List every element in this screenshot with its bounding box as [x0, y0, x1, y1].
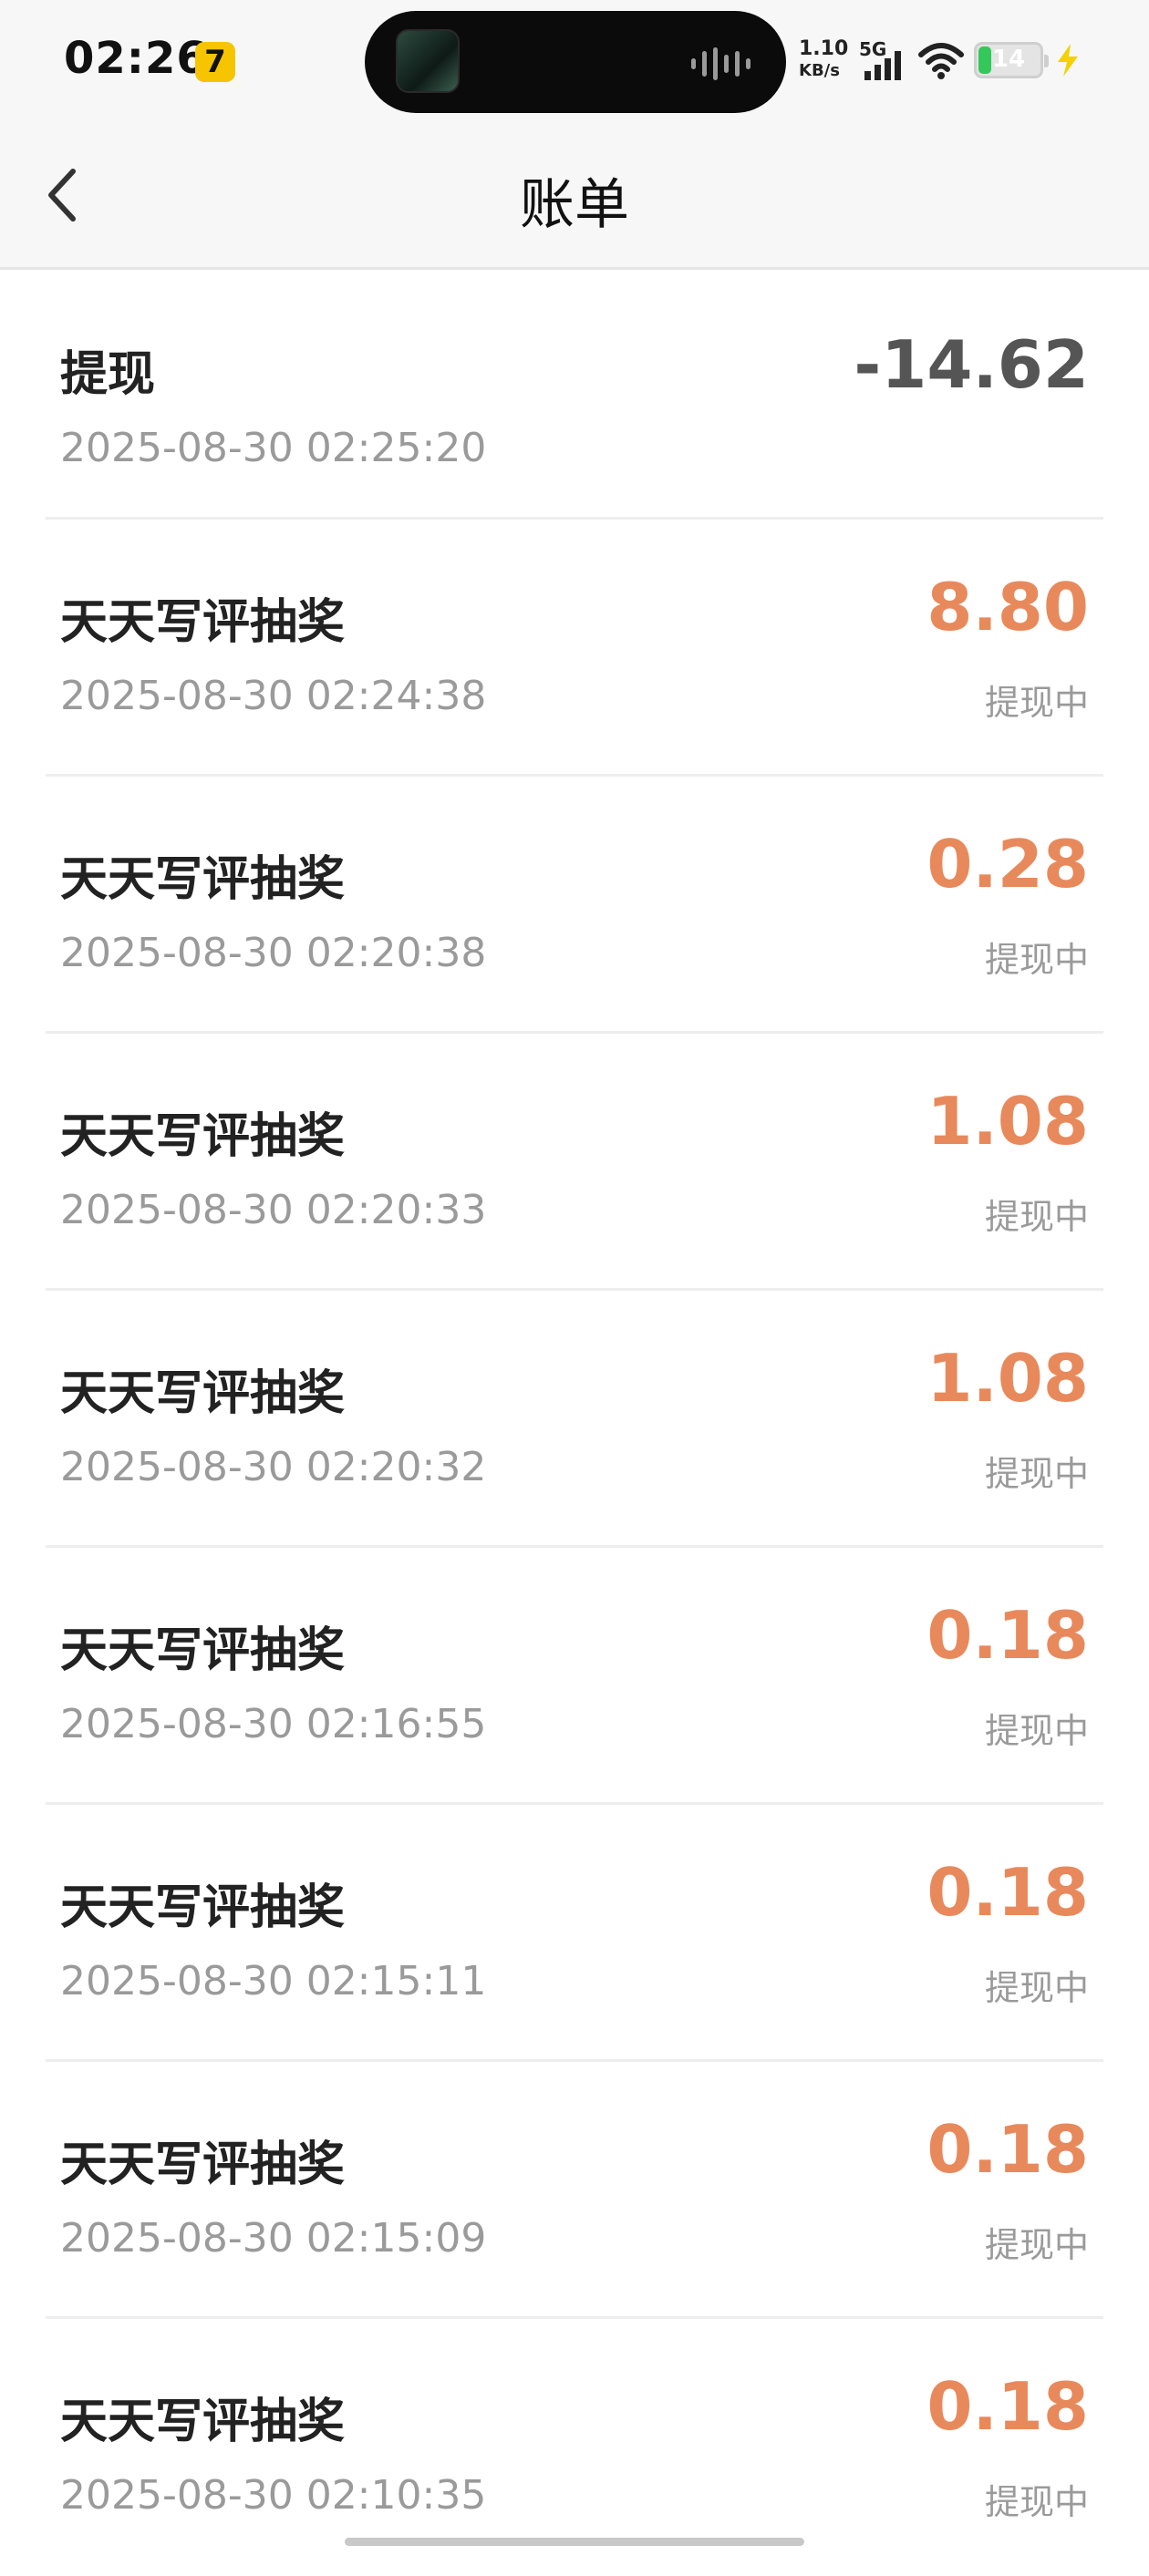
net-speed-value: 1.10 — [799, 37, 849, 60]
wifi-icon — [918, 43, 964, 79]
signal-icon: 5G — [859, 38, 910, 82]
bill-status: 提现中 — [984, 683, 1089, 723]
bill-date: 2025-08-30 02:10:35 — [60, 2472, 487, 2519]
bill-row[interactable]: 天天写评抽奖 2025-08-30 02:15:11 0.18 提现中 — [46, 1805, 1103, 2062]
bill-row[interactable]: 天天写评抽奖 2025-08-30 02:20:32 1.08 提现中 — [46, 1291, 1103, 1548]
bill-status: 提现中 — [984, 1454, 1089, 1494]
status-time: 02:26 — [64, 33, 208, 84]
bill-status: 提现中 — [984, 940, 1089, 980]
dynamic-island[interactable] — [365, 11, 786, 113]
now-playing-thumbnail-icon — [396, 29, 460, 93]
bill-name: 天天写评抽奖 — [60, 1880, 346, 1935]
bill-amount: 0.18 — [926, 1597, 1089, 1674]
bill-status: 提现中 — [984, 2225, 1089, 2265]
bill-status: 提现中 — [984, 2482, 1089, 2522]
bill-row[interactable]: 天天写评抽奖 2025-08-30 02:15:09 0.18 提现中 — [46, 2062, 1103, 2319]
bill-date: 2025-08-30 02:24:38 — [60, 673, 487, 719]
bill-amount: 0.18 — [926, 2111, 1089, 2188]
bill-list: 提现 2025-08-30 02:25:20 -14.62 天天写评抽奖 202… — [0, 272, 1149, 2576]
bill-date: 2025-08-30 02:16:55 — [60, 1701, 487, 1747]
bill-row[interactable]: 天天写评抽奖 2025-08-30 02:16:55 0.18 提现中 — [46, 1548, 1103, 1805]
bill-row[interactable]: 天天写评抽奖 2025-08-30 02:20:38 0.28 提现中 — [46, 777, 1103, 1034]
battery-level: 14 — [991, 46, 1026, 73]
charging-icon — [1058, 44, 1078, 77]
bill-row-withdraw[interactable]: 提现 2025-08-30 02:25:20 -14.62 — [46, 272, 1103, 520]
bill-name: 天天写评抽奖 — [60, 2138, 346, 2192]
bill-row[interactable]: 天天写评抽奖 2025-08-30 02:20:33 1.08 提现中 — [46, 1034, 1103, 1291]
net-speed: 1.10 KB/s — [799, 38, 854, 82]
bill-name: 天天写评抽奖 — [60, 595, 346, 650]
bill-date: 2025-08-30 02:25:20 — [60, 425, 487, 471]
bill-name: 天天写评抽奖 — [60, 1109, 346, 1164]
net-speed-unit: KB/s — [799, 61, 840, 80]
bill-amount: 8.80 — [926, 569, 1089, 645]
page-title: 账单 — [520, 173, 629, 237]
bill-amount: 0.18 — [926, 2368, 1089, 2445]
status-bar: 02:26 7 1.10 KB/s 5G 14 — [0, 0, 1149, 128]
bill-amount: 0.18 — [926, 1854, 1089, 1931]
bill-status: 提现中 — [984, 1968, 1089, 2008]
home-indicator[interactable] — [345, 2538, 804, 2546]
bill-date: 2025-08-30 02:20:38 — [60, 930, 487, 976]
audio-wave-icon — [691, 47, 750, 80]
bill-status: 提现中 — [984, 1197, 1089, 1237]
bill-name: 提现 — [60, 347, 156, 402]
bill-amount: 1.08 — [926, 1083, 1089, 1159]
bill-amount: 0.28 — [926, 826, 1089, 902]
bill-name: 天天写评抽奖 — [60, 2395, 346, 2449]
bill-name: 天天写评抽奖 — [60, 852, 346, 907]
bill-status: 提现中 — [984, 1711, 1089, 1751]
navbar: 账单 — [0, 128, 1149, 270]
bill-date: 2025-08-30 02:15:11 — [60, 1958, 487, 2004]
bill-date: 2025-08-30 02:20:32 — [60, 1444, 487, 1490]
bill-amount: -14.62 — [854, 326, 1089, 403]
bill-row[interactable]: 天天写评抽奖 2025-08-30 02:24:38 8.80 提现中 — [46, 520, 1103, 777]
bill-name: 天天写评抽奖 — [60, 1366, 346, 1421]
bill-name: 天天写评抽奖 — [60, 1623, 346, 1678]
bill-amount: 1.08 — [926, 1340, 1089, 1417]
bill-date: 2025-08-30 02:15:09 — [60, 2215, 487, 2262]
bill-date: 2025-08-30 02:20:33 — [60, 1187, 487, 1233]
battery-icon: 14 — [974, 42, 1049, 78]
app-notification-icon: 7 — [195, 42, 235, 82]
